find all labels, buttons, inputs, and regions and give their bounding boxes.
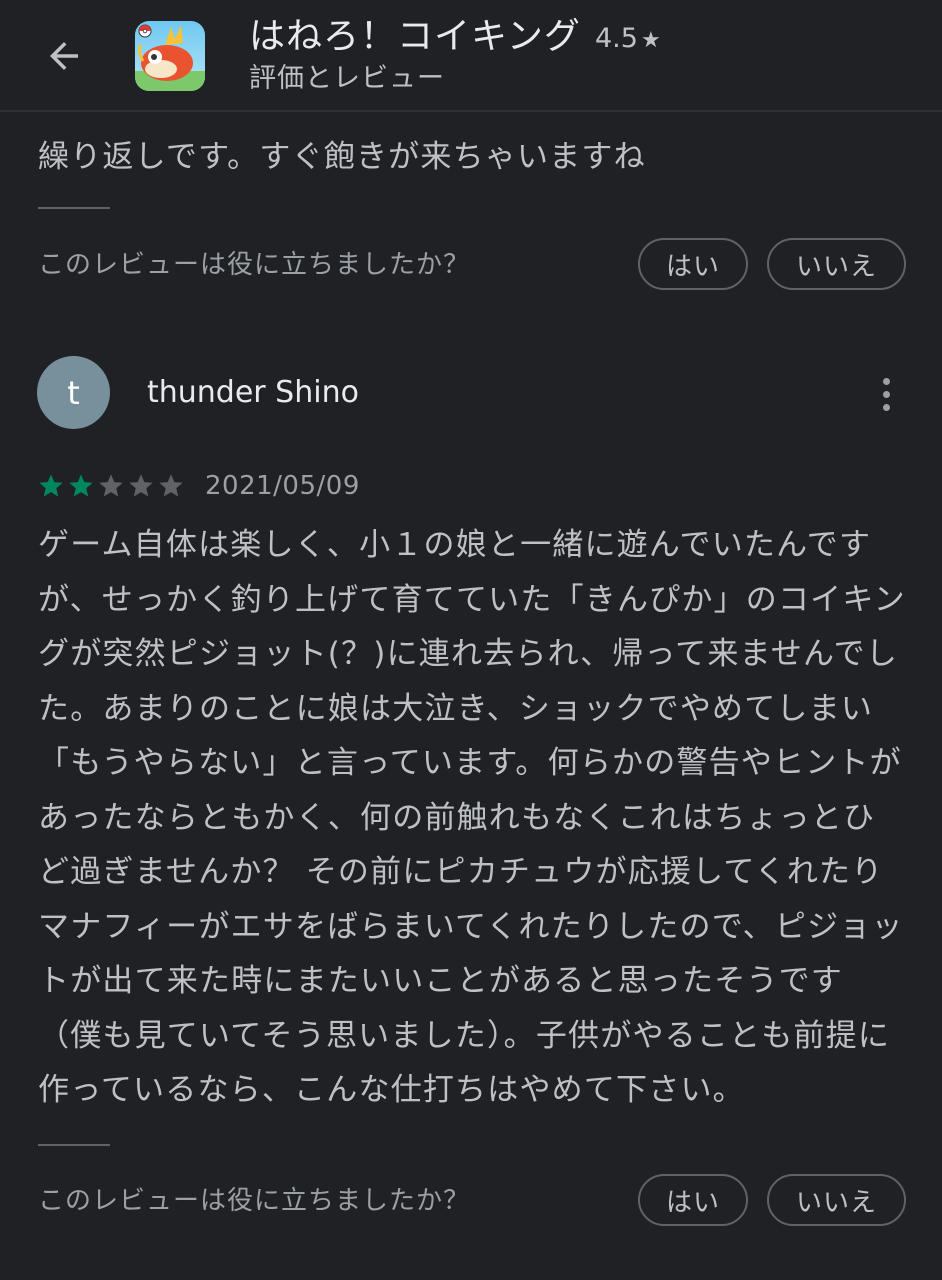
helpful-question: このレビューは役に立ちましたか？ (38, 250, 471, 280)
arrow-back-icon (50, 42, 78, 70)
app-rating-value: 4.5 (595, 23, 638, 54)
app-title: はねろ！コイキング (249, 16, 581, 57)
divider (38, 207, 110, 209)
star-empty-icon (99, 474, 123, 497)
divider (38, 1144, 110, 1146)
star-filled-icon (39, 474, 63, 497)
app-header: はねろ！コイキング 4.5 ★ 評価とレビュー (0, 0, 942, 112)
more-vert-icon (882, 377, 890, 385)
star-filled-icon (69, 474, 93, 497)
page-subtitle: 評価とレビュー (249, 63, 445, 94)
star-empty-icon (159, 474, 183, 497)
app-rating: 4.5 ★ (595, 20, 661, 60)
helpful-question: このレビューは役に立ちましたか？ (38, 1186, 471, 1216)
more-options-button[interactable] (866, 370, 906, 418)
helpful-yes-button[interactable]: はい (638, 1174, 748, 1226)
previous-review-text: 繰り返しです。すぐ飽きが来ちゃいますね (38, 139, 646, 175)
review-text: ゲーム自体は楽しく、小１の娘と一緒に遊んでいたんですが、せっかく釣り上げて育てて… (38, 527, 906, 1108)
app-icon (135, 21, 205, 91)
star-rating (37, 472, 185, 502)
helpful-no-button[interactable]: いいえ (767, 238, 906, 290)
helpful-no-button[interactable]: いいえ (767, 1174, 906, 1226)
back-button[interactable] (34, 28, 94, 84)
review-date: 2021/05/09 (205, 471, 360, 501)
reviewer-name: thunder Shino (147, 375, 359, 410)
helpful-yes-button[interactable]: はい (638, 238, 748, 290)
avatar: t (37, 356, 110, 429)
reviews-page: はねろ！コイキング 4.5 ★ 評価とレビュー 繰り返しです。すぐ飽きが来ちゃいま… (0, 0, 942, 1280)
star-empty-icon (129, 474, 153, 497)
star-icon: ★ (640, 28, 661, 53)
